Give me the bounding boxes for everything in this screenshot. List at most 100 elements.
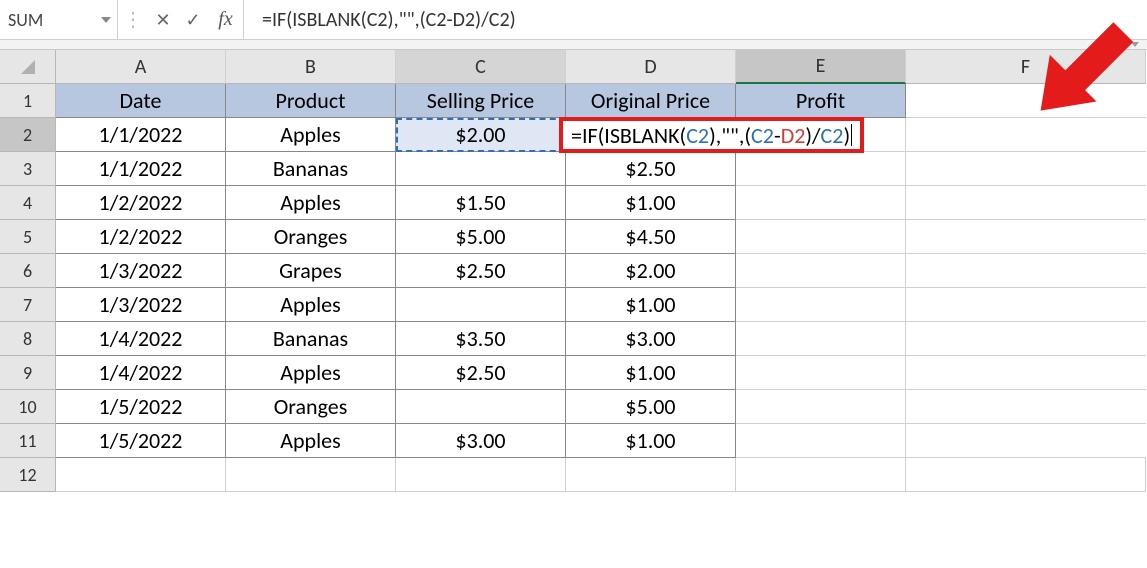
row-header-8[interactable]: 8 [0, 322, 56, 356]
cell-B11[interactable]: Apples [226, 424, 396, 458]
cell-C2[interactable]: $2.00 [396, 118, 566, 152]
cell-F5[interactable] [906, 220, 1146, 254]
cell-E6[interactable] [736, 254, 906, 288]
cell-A12[interactable] [56, 458, 226, 492]
cell-D5[interactable]: $4.50 [566, 220, 736, 254]
cell-B2[interactable]: Apples [226, 118, 396, 152]
cell-B5[interactable]: Oranges [226, 220, 396, 254]
row-header-11[interactable]: 11 [0, 424, 56, 458]
cell-E9[interactable] [736, 356, 906, 390]
cell-E1[interactable]: Profit [736, 84, 906, 118]
cell-F10[interactable] [906, 390, 1146, 424]
row-8: 8 1/4/2022 Bananas $3.50 $3.00 [0, 322, 1147, 356]
cell-A9[interactable]: 1/4/2022 [56, 356, 226, 390]
row-header-12[interactable]: 12 [0, 458, 56, 492]
row-header-9[interactable]: 9 [0, 356, 56, 390]
cell-F8[interactable] [906, 322, 1146, 356]
cell-E8[interactable] [736, 322, 906, 356]
cell-B3[interactable]: Bananas [226, 152, 396, 186]
cell-F6[interactable] [906, 254, 1146, 288]
row-11: 11 1/5/2022 Apples $3.00 $1.00 [0, 424, 1147, 458]
cell-B6[interactable]: Grapes [226, 254, 396, 288]
separator: ⋮ [118, 7, 148, 32]
chevron-down-icon[interactable] [101, 17, 111, 23]
cell-C10[interactable] [396, 390, 566, 424]
cell-D8[interactable]: $3.00 [566, 322, 736, 356]
insert-function-button[interactable]: fx [208, 0, 244, 39]
row-6: 6 1/3/2022 Grapes $2.50 $2.00 [0, 254, 1147, 288]
select-all-triangle[interactable] [0, 50, 56, 84]
cell-A3[interactable]: 1/1/2022 [56, 152, 226, 186]
cell-B10[interactable]: Oranges [226, 390, 396, 424]
cell-C5[interactable]: $5.00 [396, 220, 566, 254]
column-header-A[interactable]: A [56, 50, 226, 84]
cell-B9[interactable]: Apples [226, 356, 396, 390]
row-3: 3 1/1/2022 Bananas $2.50 [0, 152, 1147, 186]
cell-F9[interactable] [906, 356, 1146, 390]
row-12: 12 [0, 458, 1147, 492]
cell-A4[interactable]: 1/2/2022 [56, 186, 226, 220]
cell-C11[interactable]: $3.00 [396, 424, 566, 458]
cell-B7[interactable]: Apples [226, 288, 396, 322]
cell-D9[interactable]: $1.00 [566, 356, 736, 390]
column-header-D[interactable]: D [566, 50, 736, 84]
inline-formula-editor[interactable]: =IF(ISBLANK(C2),"",(C2-D2)/C2) [559, 117, 864, 153]
column-header-C[interactable]: C [396, 50, 566, 84]
row-header-5[interactable]: 5 [0, 220, 56, 254]
cell-A10[interactable]: 1/5/2022 [56, 390, 226, 424]
cell-F4[interactable] [906, 186, 1146, 220]
row-5: 5 1/2/2022 Oranges $5.00 $4.50 [0, 220, 1147, 254]
cell-D12[interactable] [566, 458, 736, 492]
cell-B8[interactable]: Bananas [226, 322, 396, 356]
cell-D3[interactable]: $2.50 [566, 152, 736, 186]
row-header-1[interactable]: 1 [0, 84, 56, 118]
cell-F3[interactable] [906, 152, 1146, 186]
cell-F12[interactable] [906, 458, 1146, 492]
column-header-B[interactable]: B [226, 50, 396, 84]
cell-E7[interactable] [736, 288, 906, 322]
cell-D4[interactable]: $1.00 [566, 186, 736, 220]
enter-formula-button[interactable]: ✓ [178, 0, 208, 39]
row-header-2[interactable]: 2 [0, 118, 56, 152]
cell-A5[interactable]: 1/2/2022 [56, 220, 226, 254]
cell-E4[interactable] [736, 186, 906, 220]
cell-D10[interactable]: $5.00 [566, 390, 736, 424]
row-header-10[interactable]: 10 [0, 390, 56, 424]
cell-C7[interactable] [396, 288, 566, 322]
row-header-7[interactable]: 7 [0, 288, 56, 322]
cell-D1[interactable]: Original Price [566, 84, 736, 118]
cell-E12[interactable] [736, 458, 906, 492]
cell-E10[interactable] [736, 390, 906, 424]
cancel-formula-button[interactable]: ✕ [148, 0, 178, 39]
cell-C6[interactable]: $2.50 [396, 254, 566, 288]
cell-A11[interactable]: 1/5/2022 [56, 424, 226, 458]
cell-C3[interactable] [396, 152, 566, 186]
cell-F7[interactable] [906, 288, 1146, 322]
name-box[interactable]: SUM [0, 0, 118, 39]
cell-C4[interactable]: $1.50 [396, 186, 566, 220]
cell-B12[interactable] [226, 458, 396, 492]
cell-C12[interactable] [396, 458, 566, 492]
cell-F11[interactable] [906, 424, 1146, 458]
cell-B1[interactable]: Product [226, 84, 396, 118]
cell-A2[interactable]: 1/1/2022 [56, 118, 226, 152]
cell-C8[interactable]: $3.50 [396, 322, 566, 356]
cell-C1[interactable]: Selling Price [396, 84, 566, 118]
row-header-3[interactable]: 3 [0, 152, 56, 186]
column-header-E[interactable]: E [736, 50, 906, 84]
cell-B4[interactable]: Apples [226, 186, 396, 220]
cell-D6[interactable]: $2.00 [566, 254, 736, 288]
cell-A7[interactable]: 1/3/2022 [56, 288, 226, 322]
cell-E11[interactable] [736, 424, 906, 458]
cell-A8[interactable]: 1/4/2022 [56, 322, 226, 356]
cell-E5[interactable] [736, 220, 906, 254]
cell-C9[interactable]: $2.50 [396, 356, 566, 390]
formula-bar-expand[interactable] [0, 40, 1147, 50]
cell-A1[interactable]: Date [56, 84, 226, 118]
row-header-6[interactable]: 6 [0, 254, 56, 288]
cell-E3[interactable] [736, 152, 906, 186]
cell-D11[interactable]: $1.00 [566, 424, 736, 458]
row-header-4[interactable]: 4 [0, 186, 56, 220]
cell-A6[interactable]: 1/3/2022 [56, 254, 226, 288]
cell-D7[interactable]: $1.00 [566, 288, 736, 322]
